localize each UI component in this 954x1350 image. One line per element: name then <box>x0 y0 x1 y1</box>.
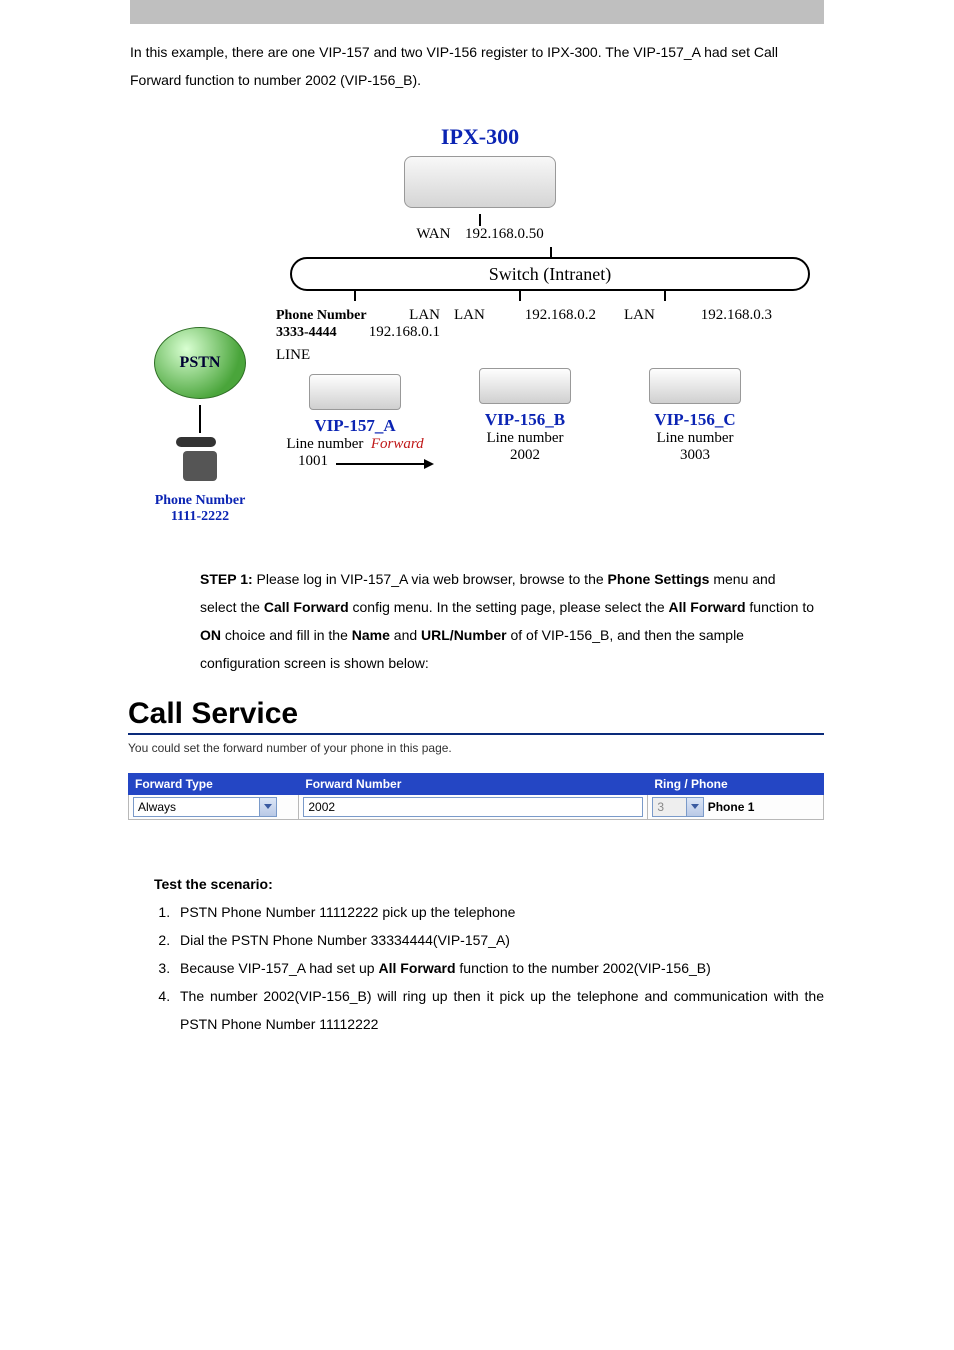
pstn-phone-number: 1111-2222 <box>130 509 270 525</box>
linenum-a-label: Line number <box>286 436 363 452</box>
s1e: config menu. In the setting page, please… <box>353 599 669 615</box>
vip-a-column: Phone Number LAN 3333-4444 192.168.0.1 L… <box>270 307 440 470</box>
ts3a: Because VIP-157_A had set up <box>180 960 378 976</box>
linenum-b-label: Line number <box>440 430 610 447</box>
th-ring-phone: Ring / Phone <box>648 774 824 795</box>
call-service-table: Forward Type Forward Number Ring / Phone… <box>128 773 824 820</box>
list-item: PSTN Phone Number 11112222 pick up the t… <box>174 898 824 926</box>
pstn-cloud-icon: PSTN <box>154 327 246 399</box>
test-steps: PSTN Phone Number 11112222 pick up the t… <box>154 898 824 1038</box>
ts2: Dial the PSTN Phone Number 33334444(VIP-… <box>180 932 510 948</box>
call-service-heading: Call Service <box>128 697 824 735</box>
vip-b-column: LAN 192.168.0.2 VIP-156_B Line number 20… <box>440 307 610 464</box>
pnlabel-a: Phone Number <box>276 308 367 323</box>
linenum-c-label: Line number <box>610 430 780 447</box>
step1-label: STEP 1: <box>200 571 253 587</box>
num-c: 3003 <box>610 447 780 464</box>
forward-number-input[interactable]: 2002 <box>303 797 643 817</box>
forward-label: Forward <box>371 436 424 452</box>
vip-a-device-icon <box>309 374 401 410</box>
list-item: Because VIP-157_A had set up All Forward… <box>174 954 824 982</box>
list-item: Dial the PSTN Phone Number 33334444(VIP-… <box>174 926 824 954</box>
ip-c: 192.168.0.3 <box>701 307 780 324</box>
s1l: URL/Number <box>421 627 507 643</box>
ts4: The number 2002(VIP-156_B) will ring up … <box>180 988 824 1032</box>
num-a: 1001 <box>270 453 328 470</box>
forward-type-select[interactable]: Always <box>133 797 277 817</box>
forward-type-value: Always <box>138 800 176 814</box>
line-label-a: LINE <box>276 347 310 363</box>
lan-c-role: LAN <box>624 307 655 323</box>
num-b: 2002 <box>440 447 610 464</box>
lan-b-role: LAN <box>454 307 485 323</box>
step1-block: STEP 1: Please log in VIP-157_A via web … <box>200 565 814 677</box>
ring-value: 3 <box>657 800 664 814</box>
s1d: Call Forward <box>264 599 349 615</box>
chevron-down-icon <box>264 804 272 809</box>
s1g: function to <box>749 599 814 615</box>
ip-a: 192.168.0.1 <box>369 324 440 341</box>
ts3b: All Forward <box>378 960 455 976</box>
vip-b-device-icon <box>479 368 571 404</box>
vip-c-device-icon <box>649 368 741 404</box>
pstn-column: PSTN Phone Number 1111-2222 <box>130 307 270 525</box>
pnnum-a: 3333-4444 <box>276 325 337 340</box>
list-item: The number 2002(VIP-156_B) will ring up … <box>174 982 824 1038</box>
lan-a-role: LAN <box>409 307 440 324</box>
pstn-label: PSTN <box>180 354 221 372</box>
phone-icon <box>179 441 221 489</box>
vip-c-name: VIP-156_C <box>610 410 780 430</box>
ring-select[interactable]: 3 <box>652 797 704 817</box>
th-forward-type: Forward Type <box>129 774 299 795</box>
pstn-phone-caption: Phone Number <box>130 493 270 509</box>
vip-a-name: VIP-157_A <box>270 416 440 436</box>
table-row: Always 2002 3 Phone 1 <box>129 795 824 820</box>
s1h: ON <box>200 627 221 643</box>
s1f: All Forward <box>669 599 746 615</box>
intro-text: In this example, there are one VIP-157 a… <box>130 38 824 94</box>
chevron-down-icon <box>691 804 699 809</box>
ts1: PSTN Phone Number 11112222 pick up the t… <box>180 904 515 920</box>
s1j: Name <box>352 627 390 643</box>
forward-arrow-icon <box>336 463 432 465</box>
s1k: and <box>394 627 421 643</box>
section-bar <box>130 0 824 24</box>
wan-ip: 192.168.0.50 <box>465 226 544 242</box>
ts3c: function to the number 2002(VIP-156_B) <box>456 960 711 976</box>
ip-b: 192.168.0.2 <box>525 307 610 324</box>
wan-label: WAN <box>416 226 450 242</box>
call-service-sub: You could set the forward number of your… <box>128 741 824 755</box>
s1b: Phone Settings <box>608 571 710 587</box>
ipx-title: IPX-300 <box>130 124 830 150</box>
ipx-device-icon <box>404 156 556 208</box>
s1a: Please log in VIP-157_A via web browser,… <box>257 571 608 587</box>
s1i: choice and fill in the <box>225 627 352 643</box>
switch-label: Switch (Intranet) <box>489 264 611 284</box>
vip-b-name: VIP-156_B <box>440 410 610 430</box>
switch-bar: Switch (Intranet) <box>290 257 810 291</box>
phone-value: Phone 1 <box>708 800 755 814</box>
test-heading: Test the scenario: <box>154 876 273 892</box>
forward-number-value: 2002 <box>308 800 335 814</box>
th-forward-number: Forward Number <box>299 774 648 795</box>
vip-c-column: LAN 192.168.0.3 VIP-156_C Line number 30… <box>610 307 780 464</box>
network-diagram: IPX-300 WAN 192.168.0.50 Switch (Intrane… <box>130 124 830 525</box>
